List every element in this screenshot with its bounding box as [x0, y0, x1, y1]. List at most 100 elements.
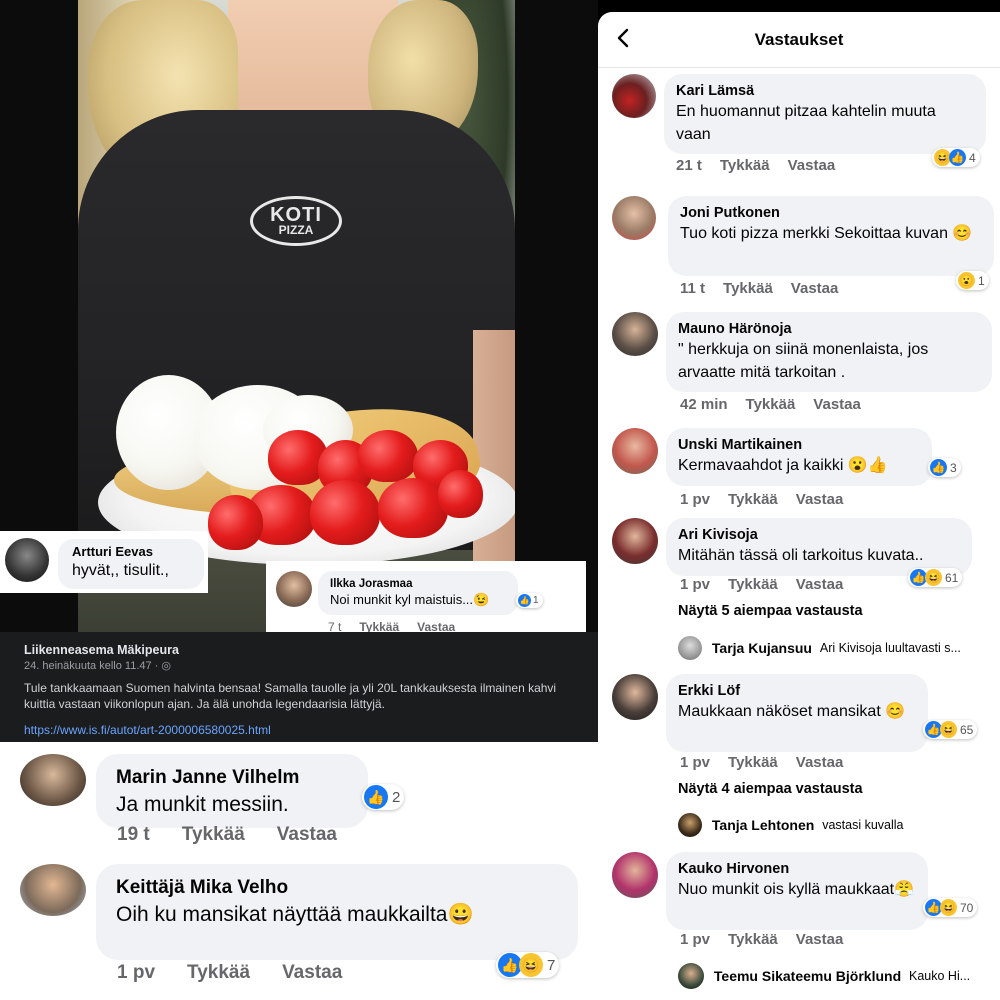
reaction-number: 2	[392, 788, 401, 806]
reply-preview[interactable]: Teemu Sikateemu Björklund Kauko Hi...	[678, 963, 994, 991]
comment-author[interactable]: Mauno Härönoja	[678, 320, 980, 338]
avatar[interactable]	[612, 674, 658, 720]
comment-author[interactable]: Artturi Eevas	[72, 544, 190, 560]
avatar[interactable]	[5, 538, 49, 582]
avatar[interactable]	[612, 74, 656, 118]
reply-button[interactable]: Vastaa	[796, 576, 844, 593]
reaction-count[interactable]: 👍 😆 70	[923, 898, 978, 917]
comment-artturi: Artturi Eevas hyvät,, tisulit.,	[0, 531, 208, 593]
reply-button[interactable]: Vastaa	[277, 824, 337, 845]
reply-button[interactable]: Vastaa	[796, 491, 844, 508]
reaction-count[interactable]: 👍 1	[516, 593, 543, 608]
reply-button[interactable]: Vastaa	[813, 396, 861, 413]
post-link[interactable]: https://www.is.fi/autot/art-200000658002…	[24, 722, 271, 738]
comment-actions: 1 pv Tykkää Vastaa	[680, 754, 861, 771]
comment-time[interactable]: 1 pv	[117, 962, 155, 983]
avatar[interactable]	[612, 196, 656, 240]
comment-author[interactable]: Joni Putkonen	[680, 204, 982, 222]
reply-button[interactable]: Vastaa	[796, 754, 844, 771]
show-previous-replies-link[interactable]: Näytä 5 aiempaa vastausta	[678, 603, 863, 619]
comment-time[interactable]: 19 t	[117, 824, 150, 845]
comment-bubble: Ilkka Jorasmaa Noi munkit kyl maistuis..…	[318, 571, 518, 615]
comment-actions: 1 pv Tykkää Vastaa	[117, 962, 342, 984]
haha-icon: 😆	[925, 569, 942, 586]
comment-time[interactable]: 1 pv	[680, 754, 710, 771]
globe-icon: ◎	[161, 660, 172, 672]
post-date[interactable]: 24. heinäkuuta kello 11.47 ·	[24, 660, 161, 672]
avatar[interactable]	[612, 428, 658, 474]
like-button[interactable]: Tykkää	[187, 962, 250, 983]
reaction-number: 1	[978, 273, 985, 288]
comment-time[interactable]: 21 t	[676, 157, 702, 174]
avatar[interactable]	[612, 312, 658, 356]
reaction-count[interactable]: 👍 😆 61	[908, 568, 963, 587]
comment-time[interactable]: 42 min	[680, 396, 728, 413]
comment-bubble: Unski Martikainen Kermavaahdot ja kaikki…	[666, 428, 932, 486]
comment-author[interactable]: Erkki Löf	[678, 682, 916, 700]
show-previous-replies-link[interactable]: Näytä 4 aiempaa vastausta	[678, 781, 863, 797]
reply-author: Tanja Lehtonen	[711, 817, 815, 833]
reply-button[interactable]: Vastaa	[791, 280, 839, 297]
reply-button[interactable]: Vastaa	[788, 157, 836, 174]
comment-text: Ja munkit messiin.	[116, 793, 289, 816]
comment-time[interactable]: 11 t	[680, 280, 705, 297]
reply-text: Kauko Hi...	[909, 969, 971, 983]
post-text: Tule tankkaamaan Suomen halvinta bensaa!…	[24, 681, 557, 711]
haha-icon: 😆	[940, 899, 957, 916]
like-button[interactable]: Tykkää	[728, 491, 778, 508]
like-icon: 👍	[949, 149, 966, 166]
shirt-logo-text: KOTI	[270, 204, 322, 226]
comment-author[interactable]: Kari Lämsä	[676, 82, 974, 100]
avatar[interactable]	[20, 864, 86, 916]
avatar[interactable]	[276, 571, 312, 607]
comment-bubble: Keittäjä Mika Velho Oih ku mansikat näyt…	[96, 864, 578, 960]
comment-time[interactable]: 1 pv	[680, 931, 710, 948]
like-button[interactable]: Tykkää	[728, 754, 778, 771]
comment-text: Nuo munkit ois kyllä maukkaat😤	[678, 881, 915, 898]
comment-author[interactable]: Marin Janne Vilhelm	[116, 764, 348, 791]
avatar[interactable]	[612, 518, 658, 564]
reply-preview[interactable]: Tarja Kujansuu Ari Kivisoja luultavasti …	[678, 636, 988, 662]
reaction-number: 7	[547, 956, 556, 974]
comment-text: Kermavaahdot ja kaikki 😮👍	[678, 457, 888, 474]
like-button[interactable]: Tykkää	[723, 280, 773, 297]
like-button[interactable]: Tykkää	[728, 576, 778, 593]
reaction-count[interactable]: 👍 2	[362, 784, 405, 810]
like-button[interactable]: Tykkää	[746, 396, 796, 413]
reaction-count[interactable]: 👍 3	[928, 458, 961, 477]
haha-icon: 😆	[519, 953, 543, 977]
like-button[interactable]: Tykkää	[182, 824, 245, 845]
comment-author[interactable]: Ari Kivisoja	[678, 526, 960, 544]
reaction-count[interactable]: 😆 👍 4	[932, 148, 980, 167]
comment-text: En huomannut pitzaa kahtelin muuta vaan	[676, 103, 936, 143]
reaction-count[interactable]: 👍 😆 7	[496, 952, 560, 978]
comment-actions: 19 t Tykkää Vastaa	[117, 824, 337, 846]
comment-time[interactable]: 1 pv	[680, 576, 710, 593]
avatar[interactable]	[612, 852, 658, 898]
replies-header: Vastaukset	[598, 12, 1000, 68]
comment-author[interactable]: Keittäjä Mika Velho	[116, 874, 558, 901]
comment-actions: 1 pv Tykkää Vastaa	[680, 576, 861, 593]
comment-author[interactable]: Ilkka Jorasmaa	[330, 577, 506, 591]
reply-button[interactable]: Vastaa	[282, 962, 342, 983]
comment-text: Maukkaan näköset mansikat 😊	[678, 703, 906, 720]
avatar	[678, 813, 702, 837]
reaction-count[interactable]: 👍 😆 65	[923, 720, 978, 739]
comment-author[interactable]: Unski Martikainen	[678, 436, 920, 454]
reaction-number: 3	[950, 460, 957, 475]
reply-preview[interactable]: Tanja Lehtonen vastasi kuvalla	[678, 813, 988, 839]
reply-button[interactable]: Vastaa	[796, 931, 844, 948]
comment-time[interactable]: 1 pv	[680, 491, 710, 508]
avatar[interactable]	[20, 754, 86, 806]
comment-text: Noi munkit kyl maistuis...😉	[330, 592, 490, 607]
page-name[interactable]: Liikenneasema Mäkipeura	[24, 642, 574, 658]
comment-author[interactable]: Kauko Hirvonen	[678, 860, 916, 878]
comment-text: " herkkuja on siinä monenlaista, jos arv…	[678, 341, 929, 381]
replies-panel: Vastaukset Kari Lämsä En huomannut pitza…	[598, 12, 1000, 1000]
like-button[interactable]: Tykkää	[720, 157, 770, 174]
like-button[interactable]: Tykkää	[728, 931, 778, 948]
comment-ilkka: Ilkka Jorasmaa Noi munkit kyl maistuis..…	[266, 561, 586, 640]
reaction-count[interactable]: 😮 1	[956, 271, 989, 290]
bottom-comments: Marin Janne Vilhelm Ja munkit messiin. 👍…	[0, 742, 598, 1000]
haha-icon: 😆	[940, 721, 957, 738]
